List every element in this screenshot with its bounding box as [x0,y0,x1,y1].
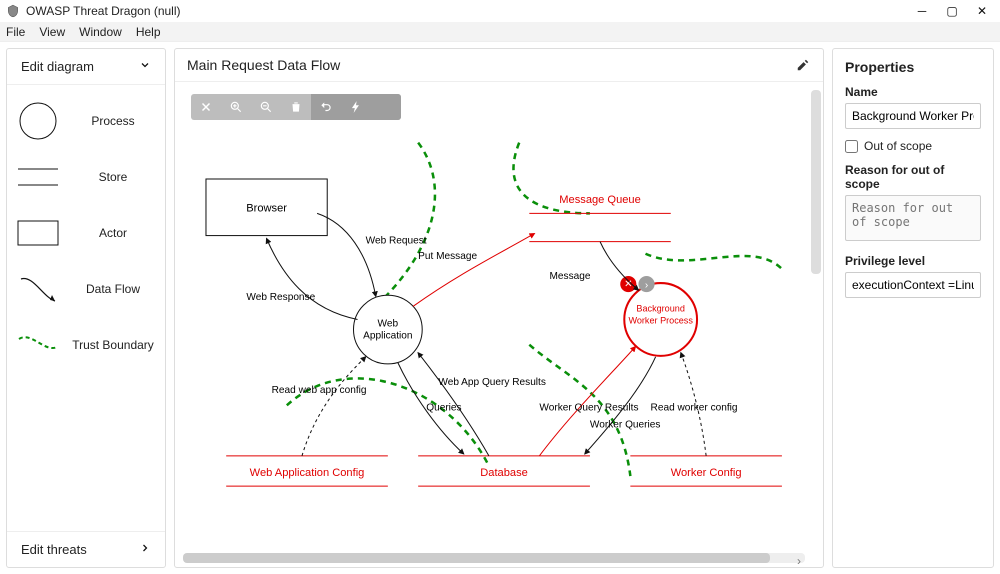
canvas-panel: Main Request Data Flow Browser [174,48,824,568]
node-message-queue-label: Message Queue [559,194,641,206]
app-icon [6,4,20,18]
horizontal-scrollbar[interactable]: ‹ › [183,551,807,565]
menu-help[interactable]: Help [136,25,161,39]
properties-header: Properties [845,59,981,75]
chevron-down-icon [139,59,151,74]
stencil-trust-boundary[interactable]: Trust Boundary [13,317,159,373]
node-web-application[interactable] [354,295,423,364]
stencil-actor[interactable]: Actor [13,205,159,261]
vertical-scrollbar[interactable] [809,90,823,549]
flow-web-response[interactable] [267,239,358,320]
node-browser-label: Browser [246,202,287,214]
canvas-title: Main Request Data Flow [187,57,340,73]
tool-zoom-out-button[interactable] [251,94,281,120]
close-button[interactable]: ✕ [976,5,988,17]
privilege-input[interactable] [845,272,981,298]
svg-text:Worker Process: Worker Process [628,315,693,325]
flow-read-web-app-config[interactable] [302,357,366,456]
menu-window[interactable]: Window [79,25,122,39]
canvas-toolbar [191,94,401,120]
reason-label: Reason for out of scope [845,163,981,191]
stencil-data-flow-label: Data Flow [71,282,155,296]
node-web-app-label2: Application [363,331,412,342]
reason-textarea[interactable] [845,195,981,241]
svg-text:Put Message: Put Message [418,251,477,262]
svg-text:Web Request: Web Request [366,236,427,247]
svg-text:Web Response: Web Response [246,292,315,303]
menu-bar: File View Window Help [0,22,1000,42]
tool-save-button[interactable] [371,94,401,120]
stencil-data-flow[interactable]: Data Flow [13,261,159,317]
left-panel: Edit diagram Process Store Actor Data Fl… [6,48,166,568]
trust-boundary[interactable] [383,143,435,300]
title-bar: OWASP Threat Dragon (null) ─ ▢ ✕ [0,0,1000,22]
menu-file[interactable]: File [6,25,25,39]
stencil-trust-boundary-label: Trust Boundary [71,338,155,352]
maximize-button[interactable]: ▢ [946,5,958,17]
tool-delete-button[interactable] [281,94,311,120]
stencil-process[interactable]: Process [13,93,159,149]
node-web-app-config-label: Web Application Config [250,467,365,479]
svg-text:Message: Message [550,271,591,282]
edit-diagram-label: Edit diagram [21,59,94,74]
tool-zoom-in-button[interactable] [221,94,251,120]
flow-put-message[interactable] [413,234,534,307]
svg-text:Read worker config: Read worker config [651,402,738,413]
minimize-button[interactable]: ─ [916,5,928,17]
edit-diagram-icon[interactable] [795,57,811,73]
tool-cancel-button[interactable] [191,94,221,120]
stencil-store[interactable]: Store [13,149,159,205]
privilege-label: Privilege level [845,254,981,268]
chevron-right-icon [139,542,151,557]
canvas[interactable]: Browser Web Application Background Worke… [175,82,823,567]
trust-boundary[interactable] [646,254,782,269]
svg-text:Web App Query Results: Web App Query Results [438,377,546,388]
svg-text:Worker Queries: Worker Queries [590,420,661,431]
stencil-process-label: Process [71,114,155,128]
scroll-right-icon[interactable]: › [787,551,811,567]
stencil-store-label: Store [71,170,155,184]
out-of-scope-checkbox[interactable] [845,140,858,153]
menu-view[interactable]: View [39,25,65,39]
node-database-label: Database [480,467,528,479]
edit-threats-label: Edit threats [21,542,87,557]
node-web-app-label1: Web [378,319,399,330]
window-title: OWASP Threat Dragon (null) [26,4,181,18]
stencil-actor-label: Actor [71,226,155,240]
svg-text:Read web app config: Read web app config [272,385,367,396]
tool-undo-button[interactable] [311,94,341,120]
tool-generate-button[interactable] [341,94,371,120]
name-input[interactable] [845,103,981,129]
edit-diagram-section[interactable]: Edit diagram [7,49,165,85]
properties-panel: Properties Name Out of scope Reason for … [832,48,994,568]
svg-text:›: › [645,280,648,291]
out-of-scope-label: Out of scope [864,139,932,153]
svg-text:Background: Background [636,303,684,313]
node-worker-config-label: Worker Config [671,467,742,479]
edit-threats-section[interactable]: Edit threats [7,531,165,567]
name-label: Name [845,85,981,99]
